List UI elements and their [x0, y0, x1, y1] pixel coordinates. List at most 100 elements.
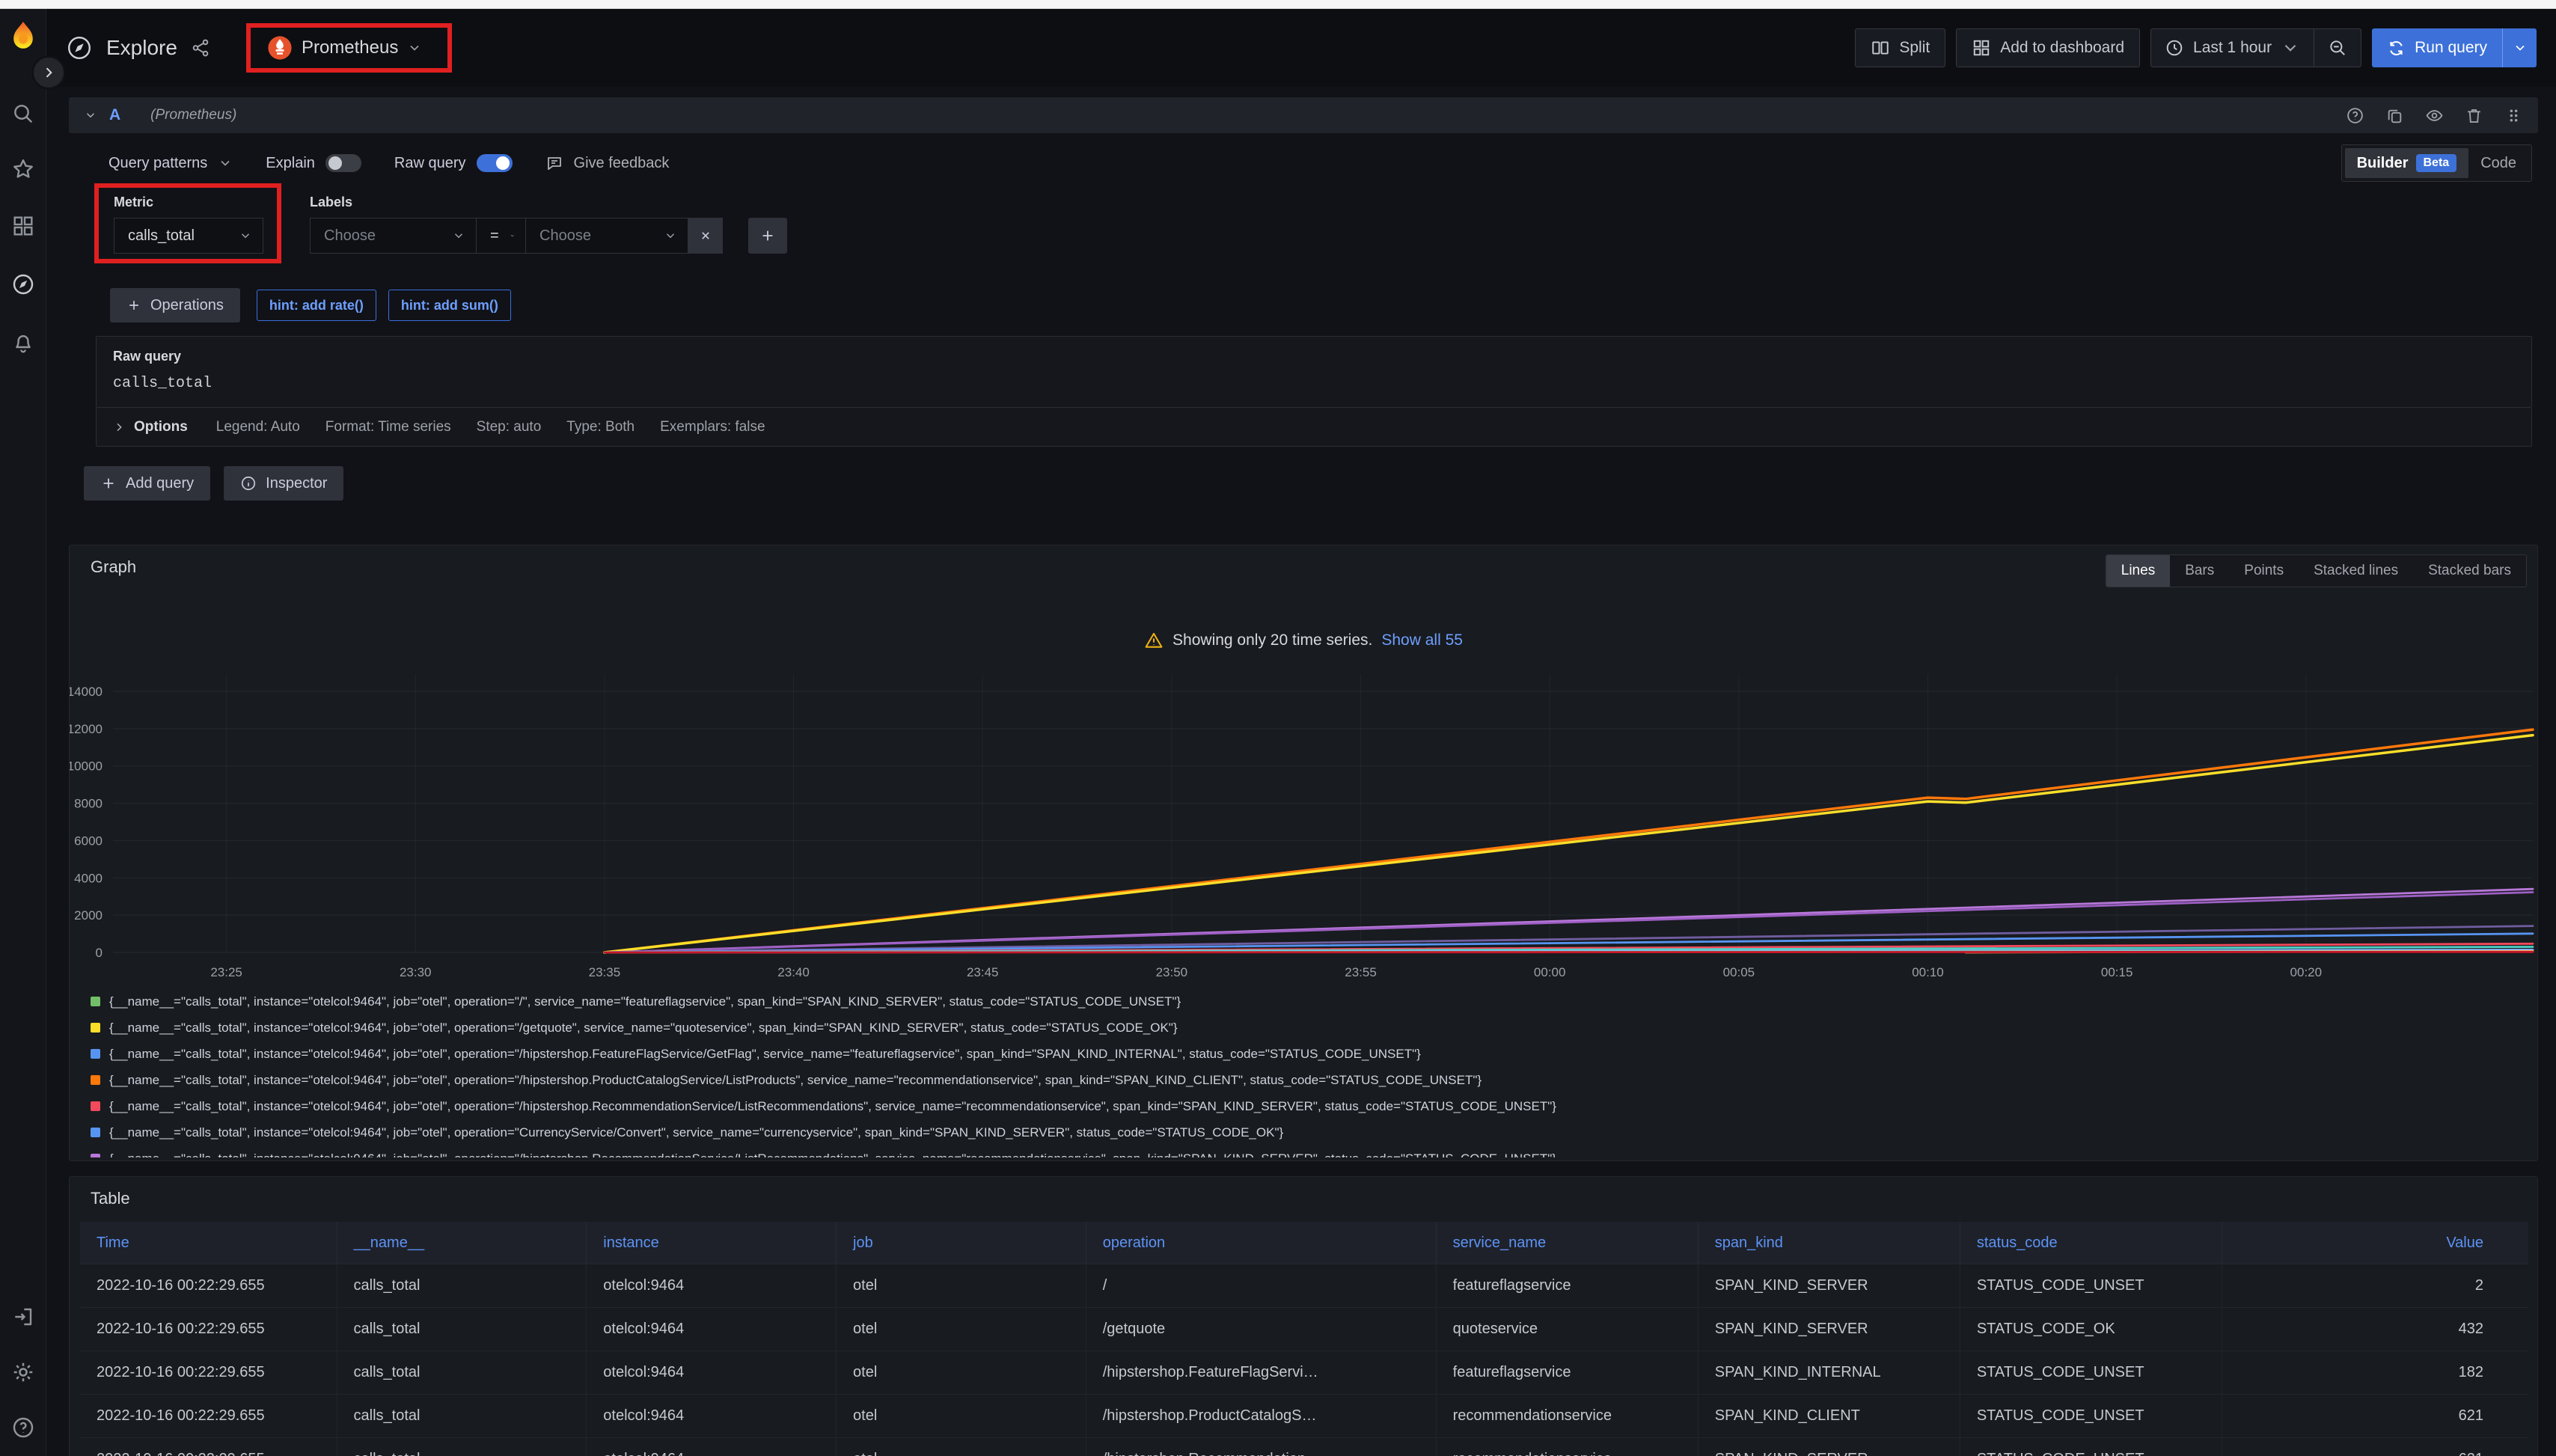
code-mode-button[interactable]: Code: [2468, 149, 2528, 178]
add-operations-button[interactable]: Operations: [110, 288, 240, 322]
split-button[interactable]: Split: [1855, 28, 1945, 67]
legend-label: {__name__="calls_total", instance="otelc…: [109, 1151, 1556, 1158]
table-cell: 2022-10-16 00:22:29.655: [80, 1438, 337, 1456]
svg-text:8000: 8000: [74, 797, 103, 811]
table-cell: recommendationservice: [1437, 1438, 1699, 1456]
table-cell: /hipstershop.ProductCatalogS…: [1086, 1395, 1437, 1437]
remove-label-filter-button[interactable]: [688, 218, 723, 254]
table-cell: otelcol:9464: [587, 1308, 837, 1351]
chevron-down-icon: [239, 229, 252, 242]
table-cell: 2022-10-16 00:22:29.655: [80, 1264, 337, 1307]
time-series-chart[interactable]: 0200040006000800010000120001400023:2523:…: [70, 665, 2537, 987]
time-range-button[interactable]: Last 1 hour: [2151, 29, 2314, 67]
column-header-operation[interactable]: operation: [1086, 1222, 1437, 1264]
table-cell: calls_total: [337, 1438, 587, 1456]
sidebar-item-settings[interactable]: [0, 1351, 46, 1393]
table-row: 2022-10-16 00:22:29.655calls_totalotelco…: [80, 1351, 2528, 1394]
label-operator-select[interactable]: =: [476, 218, 525, 254]
datasource-picker[interactable]: Prometheus: [246, 23, 452, 73]
sidebar-item-sign-in[interactable]: [0, 1296, 46, 1338]
option-stat: Legend: Auto: [216, 419, 300, 435]
search-icon: [11, 102, 35, 126]
sidebar-expand-button[interactable]: [31, 55, 66, 90]
legend-item[interactable]: {__name__="calls_total", instance="otelc…: [91, 1067, 2522, 1093]
sidebar-item-alerting[interactable]: [0, 322, 46, 364]
table-cell: 621: [2222, 1395, 2528, 1437]
graph-mode-points[interactable]: Points: [2229, 555, 2299, 587]
legend-item[interactable]: {__name__="calls_total", instance="otelc…: [91, 1015, 2522, 1041]
add-query-button[interactable]: Add query: [84, 466, 210, 501]
split-icon: [1871, 38, 1890, 58]
sidebar-item-starred[interactable]: [0, 148, 46, 190]
metric-select[interactable]: calls_total: [114, 218, 263, 254]
give-feedback-link[interactable]: Give feedback: [545, 154, 670, 172]
legend-item[interactable]: {__name__="calls_total", instance="otelc…: [91, 1119, 2522, 1145]
sync-icon: [2387, 39, 2406, 58]
share-icon[interactable]: [191, 38, 210, 58]
run-query-dropdown-button[interactable]: [2502, 28, 2537, 67]
run-query-button[interactable]: Run query: [2372, 28, 2502, 67]
graph-mode-stacked-bars[interactable]: Stacked bars: [2413, 555, 2526, 587]
chevron-down-icon: [2281, 38, 2300, 58]
graph-mode-stacked-lines[interactable]: Stacked lines: [2299, 555, 2413, 587]
sidebar-item-help[interactable]: [0, 1407, 46, 1449]
raw-query-box: Raw query calls_total: [96, 336, 2532, 408]
raw-query-toggle[interactable]: [477, 154, 513, 172]
explore-compass-icon: [66, 34, 93, 61]
delete-query-trash-icon[interactable]: [2465, 106, 2483, 125]
legend-item[interactable]: {__name__="calls_total", instance="otelc…: [91, 1093, 2522, 1119]
legend-item[interactable]: {__name__="calls_total", instance="otelc…: [91, 1145, 2522, 1157]
explain-toggle[interactable]: [325, 154, 361, 172]
table-cell: 2022-10-16 00:22:29.655: [80, 1351, 337, 1394]
column-header-time[interactable]: Time: [80, 1222, 337, 1264]
column-header--name-[interactable]: __name__: [337, 1222, 587, 1264]
add-label-filter-button[interactable]: [748, 218, 787, 254]
chevron-down-icon: [510, 229, 515, 242]
grafana-logo-icon[interactable]: [5, 19, 41, 55]
hide-query-eye-icon[interactable]: [2425, 106, 2444, 125]
toggle-knob: [328, 156, 342, 170]
label-value-select[interactable]: Choose: [525, 218, 688, 254]
table-cell: recommendationservice: [1437, 1395, 1699, 1437]
navbar-left: Explore Prometheus: [66, 23, 452, 73]
query-toolbar: Query patterns Explain Raw query Give fe…: [69, 144, 2538, 183]
graph-mode-lines[interactable]: Lines: [2106, 555, 2170, 587]
toggle-knob: [496, 156, 510, 170]
column-header-job[interactable]: job: [837, 1222, 1086, 1264]
column-header-instance[interactable]: instance: [587, 1222, 837, 1264]
column-header-span-kind[interactable]: span_kind: [1699, 1222, 1960, 1264]
graph-mode-bars[interactable]: Bars: [2170, 555, 2229, 587]
column-header-value[interactable]: Value: [2222, 1222, 2528, 1264]
query-row-header[interactable]: A (Prometheus): [69, 97, 2538, 133]
query-hint-button[interactable]: hint: add rate(): [257, 290, 376, 321]
sidebar-item-search[interactable]: [0, 93, 46, 135]
inspector-button[interactable]: Inspector: [224, 466, 343, 501]
options-row[interactable]: Options Legend: AutoFormat: Time seriesS…: [96, 408, 2532, 447]
zoom-out-icon: [2328, 38, 2347, 58]
add-to-dashboard-button[interactable]: Add to dashboard: [1956, 28, 2140, 67]
legend-item[interactable]: {__name__="calls_total", instance="otelc…: [91, 1041, 2522, 1067]
zoom-out-time-button[interactable]: [2314, 29, 2361, 67]
gear-icon: [11, 1360, 35, 1384]
legend-item[interactable]: {__name__="calls_total", instance="otelc…: [91, 988, 2522, 1015]
table-cell: 2022-10-16 00:22:29.655: [80, 1395, 337, 1437]
show-all-series-link[interactable]: Show all 55: [1381, 631, 1463, 649]
sidebar-item-dashboards[interactable]: [0, 205, 46, 247]
duplicate-query-icon[interactable]: [2385, 106, 2404, 125]
column-header-service-name[interactable]: service_name: [1437, 1222, 1699, 1264]
collapse-chevron-icon[interactable]: [84, 108, 97, 122]
results-table: Time__name__instancejoboperationservice_…: [80, 1222, 2528, 1456]
builder-mode-button[interactable]: Builder Beta: [2345, 148, 2469, 178]
label-key-select[interactable]: Choose: [310, 218, 476, 254]
clock-icon: [2165, 38, 2184, 58]
drag-grip-icon[interactable]: [2504, 106, 2523, 125]
star-icon: [11, 157, 35, 181]
query-hint-button[interactable]: hint: add sum(): [388, 290, 511, 321]
table-cell: /hipstershop.Recommendation…: [1086, 1438, 1437, 1456]
sidebar-item-explore[interactable]: [0, 263, 46, 305]
svg-text:23:45: 23:45: [967, 965, 999, 979]
query-patterns-dropdown[interactable]: Query patterns: [108, 155, 233, 172]
column-header-status-code[interactable]: status_code: [1960, 1222, 2222, 1264]
query-help-icon[interactable]: [2346, 106, 2364, 125]
svg-text:23:55: 23:55: [1345, 965, 1377, 979]
